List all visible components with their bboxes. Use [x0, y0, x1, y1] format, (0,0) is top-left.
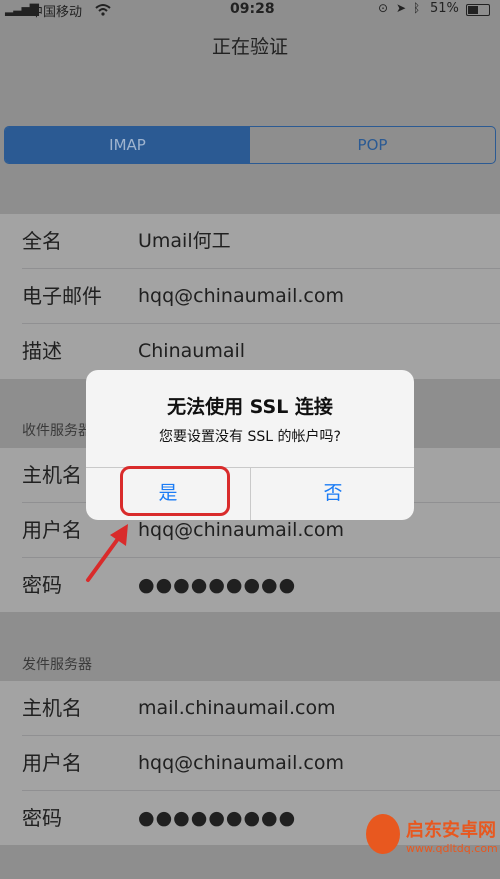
battery-percent: 51% — [430, 1, 459, 16]
outgoing-hostname-field[interactable]: mail.chinaumail.com — [138, 681, 336, 735]
outgoing-username-field[interactable]: hqq@chinaumail.com — [138, 736, 344, 790]
account-info-group: 全名 Umail何工 电子邮件 hqq@chinaumail.com 描述 Ch… — [0, 214, 500, 379]
description-label: 描述 — [22, 339, 62, 363]
alert-no-button[interactable]: 否 — [251, 467, 414, 520]
email-row[interactable]: 电子邮件 hqq@chinaumail.com — [0, 269, 500, 323]
alert-message: 您要设置没有 SSL 的帐户吗? — [159, 429, 341, 445]
status-bar: ▂▃▅▇ 中国移动 09:28 ⊙ ➤ ᛒ 51% — [0, 0, 500, 20]
bluetooth-icon: ᛒ — [413, 1, 421, 15]
outgoing-hostname-row[interactable]: 主机名 mail.chinaumail.com — [0, 681, 500, 735]
watermark-url: www.qdltdq.com — [406, 842, 498, 855]
watermark-text: 启东安卓网 — [406, 820, 496, 841]
clock: 09:28 — [230, 1, 275, 17]
outgoing-password-label: 密码 — [22, 806, 62, 830]
watermark: 启东安卓网 www.qdltdq.com — [362, 808, 498, 876]
alert-title: 无法使用 SSL 连接 — [167, 396, 333, 418]
watermark-logo — [366, 814, 400, 854]
outgoing-username-label: 用户名 — [22, 751, 82, 775]
incoming-password-row[interactable]: 密码 ●●●●●●●●● — [0, 558, 500, 612]
incoming-hostname-label: 主机名 — [22, 463, 82, 487]
incoming-username-label: 用户名 — [22, 518, 82, 542]
incoming-password-label: 密码 — [22, 573, 62, 597]
rotation-lock-icon: ⊙ — [378, 1, 389, 15]
tab-imap[interactable]: IMAP — [5, 127, 250, 163]
email-label: 电子邮件 — [22, 284, 102, 308]
outgoing-server-header: 发件服务器 — [22, 657, 92, 673]
battery-icon — [466, 4, 490, 16]
outgoing-password-field[interactable]: ●●●●●●●●● — [138, 791, 296, 845]
email-field[interactable]: hqq@chinaumail.com — [138, 269, 344, 323]
incoming-password-field[interactable]: ●●●●●●●●● — [138, 558, 296, 612]
fullname-label: 全名 — [22, 229, 62, 253]
location-icon: ➤ — [396, 1, 407, 15]
tab-pop[interactable]: POP — [250, 127, 495, 163]
protocol-segmented-control: IMAP POP — [4, 126, 496, 164]
annotation-arrow-icon — [86, 524, 128, 582]
outgoing-username-row[interactable]: 用户名 hqq@chinaumail.com — [0, 736, 500, 790]
fullname-field[interactable]: Umail何工 — [138, 214, 231, 268]
fullname-row[interactable]: 全名 Umail何工 — [0, 214, 500, 268]
wifi-icon — [95, 4, 111, 16]
outgoing-hostname-label: 主机名 — [22, 696, 82, 720]
carrier-label: 中国移动 — [30, 5, 83, 20]
highlight-box — [120, 466, 230, 516]
incoming-server-header: 收件服务器 — [22, 423, 92, 439]
nav-title: 正在验证 — [211, 36, 288, 58]
